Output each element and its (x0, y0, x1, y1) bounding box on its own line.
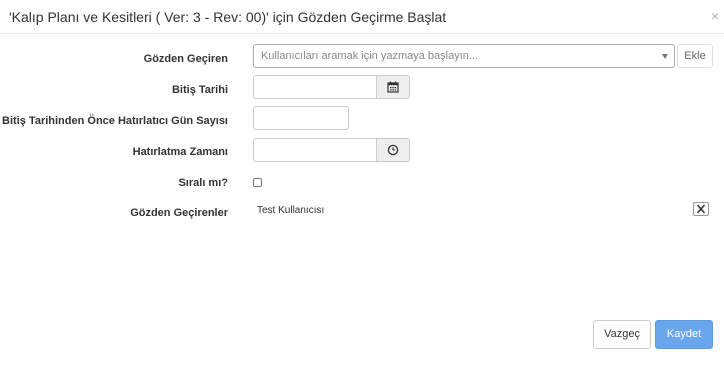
clock-button[interactable] (376, 138, 410, 162)
end-date-label: Bitiş Tarihi (171, 84, 228, 96)
remove-reviewer-button[interactable] (693, 202, 709, 216)
modal-title: 'Kalıp Planı ve Kesitleri ( Ver: 3 - Rev… (9, 9, 447, 25)
reviewer-list-item: Test Kullanıcısı (257, 205, 325, 216)
remove-icon (696, 204, 706, 214)
add-reviewer-button[interactable]: Ekle (677, 44, 713, 68)
calendar-icon (387, 81, 399, 93)
end-date-input[interactable] (253, 75, 377, 99)
reviewer-select-placeholder: Kullanıcıları aramak için yazmaya başlay… (261, 50, 479, 62)
clock-icon (387, 144, 399, 156)
reminder-time-input[interactable] (253, 138, 377, 162)
close-icon[interactable]: × (711, 9, 719, 23)
modal-header: 'Kalıp Planı ve Kesitleri ( Ver: 3 - Rev… (0, 0, 724, 34)
reminder-days-label: Bitiş Tarihinden Önce Hatırlatıcı Gün Sa… (2, 115, 228, 127)
reminder-time-label: Hatırlatma Zamanı (132, 146, 228, 158)
calendar-button[interactable] (376, 75, 410, 99)
reviewers-label: Gözden Geçirenler (130, 207, 228, 219)
sequential-checkbox[interactable] (253, 178, 262, 187)
cancel-button[interactable]: Vazgeç (593, 320, 651, 349)
reviewer-label: Gözden Geçiren (143, 53, 228, 65)
save-button[interactable]: Kaydet (655, 320, 713, 349)
caret-down-icon[interactable] (662, 54, 668, 59)
sequential-label: Sıralı mı? (178, 177, 228, 189)
reminder-days-input[interactable] (253, 106, 349, 130)
reviewer-select[interactable]: Kullanıcıları aramak için yazmaya başlay… (253, 44, 675, 68)
